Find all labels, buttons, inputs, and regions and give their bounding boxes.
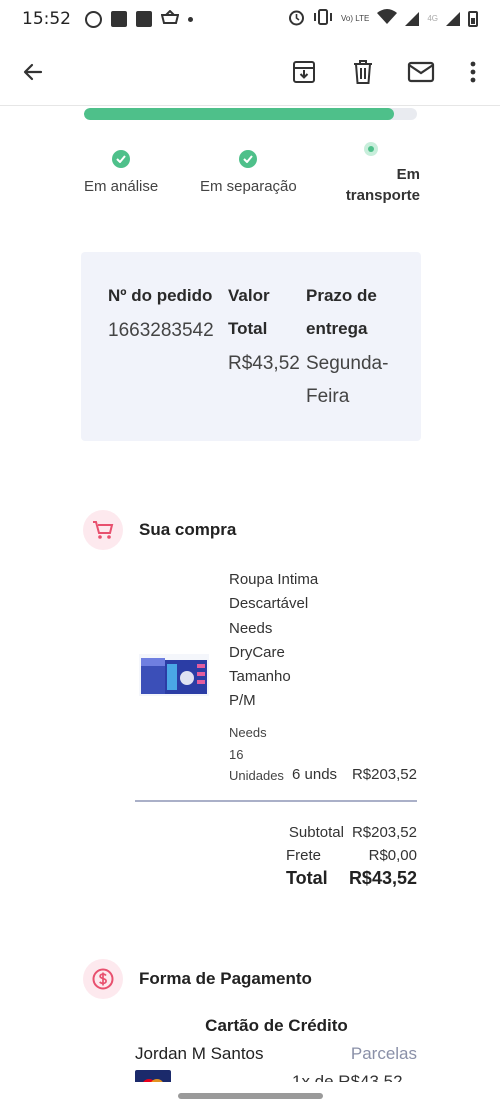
step-separation: Em separação [200, 150, 297, 195]
product-name: Roupa Intima Descartável Needs DryCare T… [229, 568, 349, 714]
product-brand-line: Needs [229, 725, 267, 740]
tracking-progress-bar [84, 108, 417, 120]
product-brand-line: Unidades [229, 768, 284, 783]
cart-icon [83, 510, 123, 550]
back-button[interactable] [16, 55, 50, 89]
product-quantity: 6 unds [292, 766, 338, 783]
subtotal-row: Subtotal R$203,52 [289, 824, 417, 841]
shipping-value: R$0,00 [368, 847, 417, 864]
shipping-row: Frete R$0,00 [286, 847, 417, 864]
delete-button[interactable] [346, 55, 380, 89]
subtotal-label: Subtotal [288, 824, 344, 841]
more-vert-icon [470, 61, 476, 83]
step-label: Em separação [200, 178, 297, 195]
whatsapp-icon [85, 10, 102, 28]
arrow-left-icon [23, 63, 43, 81]
total-value: R$43,52 [348, 868, 417, 888]
product-name-line: DryCare [229, 643, 285, 661]
archive-icon [293, 61, 315, 83]
delivery-value-line1: Segunda- [306, 353, 389, 374]
total-value-header-line2: Total [228, 319, 268, 338]
order-number-header: Nº do pedido [108, 286, 213, 305]
order-summary-box: Nº do pedido 1663283542 Valor Total R$43… [81, 252, 421, 441]
payment-type: Cartão de Crédito [205, 1016, 348, 1035]
product-name-line: P/M [229, 692, 256, 710]
shipping-label: Frete [286, 847, 322, 864]
payment-section-header: Forma de Pagamento [83, 959, 312, 999]
purchase-section-title: Sua compra [139, 520, 237, 539]
mail-button[interactable] [404, 55, 438, 89]
total-label: Total [286, 868, 328, 888]
dollar-circle-icon [83, 959, 123, 999]
step-analysis: Em análise [84, 150, 158, 195]
signal-4g-icon [446, 12, 460, 26]
order-number-value: 1663283542 [108, 320, 214, 341]
payment-section-title: Forma de Pagamento [139, 969, 312, 988]
product-name-line: Tamanho [229, 668, 291, 686]
delivery-header-line2: entrega [306, 319, 368, 338]
step-label-line2: transporte [345, 187, 420, 204]
installments-label: Parcelas [350, 1044, 417, 1063]
wifi-icon [377, 9, 398, 29]
product-name-line: Descartável [229, 595, 309, 613]
total-value-amount: R$43,52 [228, 353, 300, 374]
subtotal-value: R$203,52 [351, 824, 417, 841]
mail-icon [407, 61, 435, 83]
battery-icon [468, 11, 478, 27]
product-brand-line: 16 [229, 746, 244, 762]
step-transport: Em transporte [340, 142, 420, 206]
check-icon [112, 150, 131, 168]
system-nav-bar [0, 1082, 500, 1111]
signal-icon [405, 12, 420, 26]
product-image [139, 654, 209, 696]
product-name-line: Needs [229, 619, 273, 637]
facebook-icon [136, 11, 152, 27]
purchase-section-header: Sua compra [83, 510, 236, 550]
facebook-icon [111, 11, 127, 27]
home-gesture-handle[interactable] [178, 1093, 323, 1099]
archive-button[interactable] [287, 55, 321, 89]
step-label: Em transporte [340, 164, 420, 206]
current-step-dot-icon [364, 142, 378, 156]
vibrate-icon [313, 9, 333, 29]
divider [135, 800, 417, 802]
alarm-icon [288, 9, 305, 30]
volte-icon: Vo) LTE [341, 14, 370, 23]
delivery-header-line1: Prazo de [306, 286, 377, 305]
tracking-progress-fill [84, 108, 394, 120]
step-label: Em análise [84, 178, 159, 195]
product-name-line: Roupa Intima [229, 571, 319, 588]
card-holder-name: Jordan M Santos [135, 1044, 264, 1063]
total-row: Total R$43,52 [286, 868, 417, 889]
status-bar: 15:52 Vo) LTE 4G [0, 0, 500, 38]
more-options-button[interactable] [456, 55, 490, 89]
product-price: R$203,52 [351, 766, 417, 783]
network-type-label: 4G [427, 14, 438, 23]
delivery-value-line2: Feira [306, 386, 350, 407]
shopping-basket-icon [160, 8, 180, 30]
check-icon [239, 150, 258, 168]
product-brand: Needs 16 Unidades [229, 722, 289, 787]
app-toolbar [0, 38, 500, 106]
status-time: 15:52 [22, 9, 71, 29]
dot-icon [188, 16, 193, 22]
step-label-line1: Em [396, 166, 420, 183]
total-value-header-line1: Valor [228, 286, 270, 305]
delete-icon [354, 60, 372, 84]
